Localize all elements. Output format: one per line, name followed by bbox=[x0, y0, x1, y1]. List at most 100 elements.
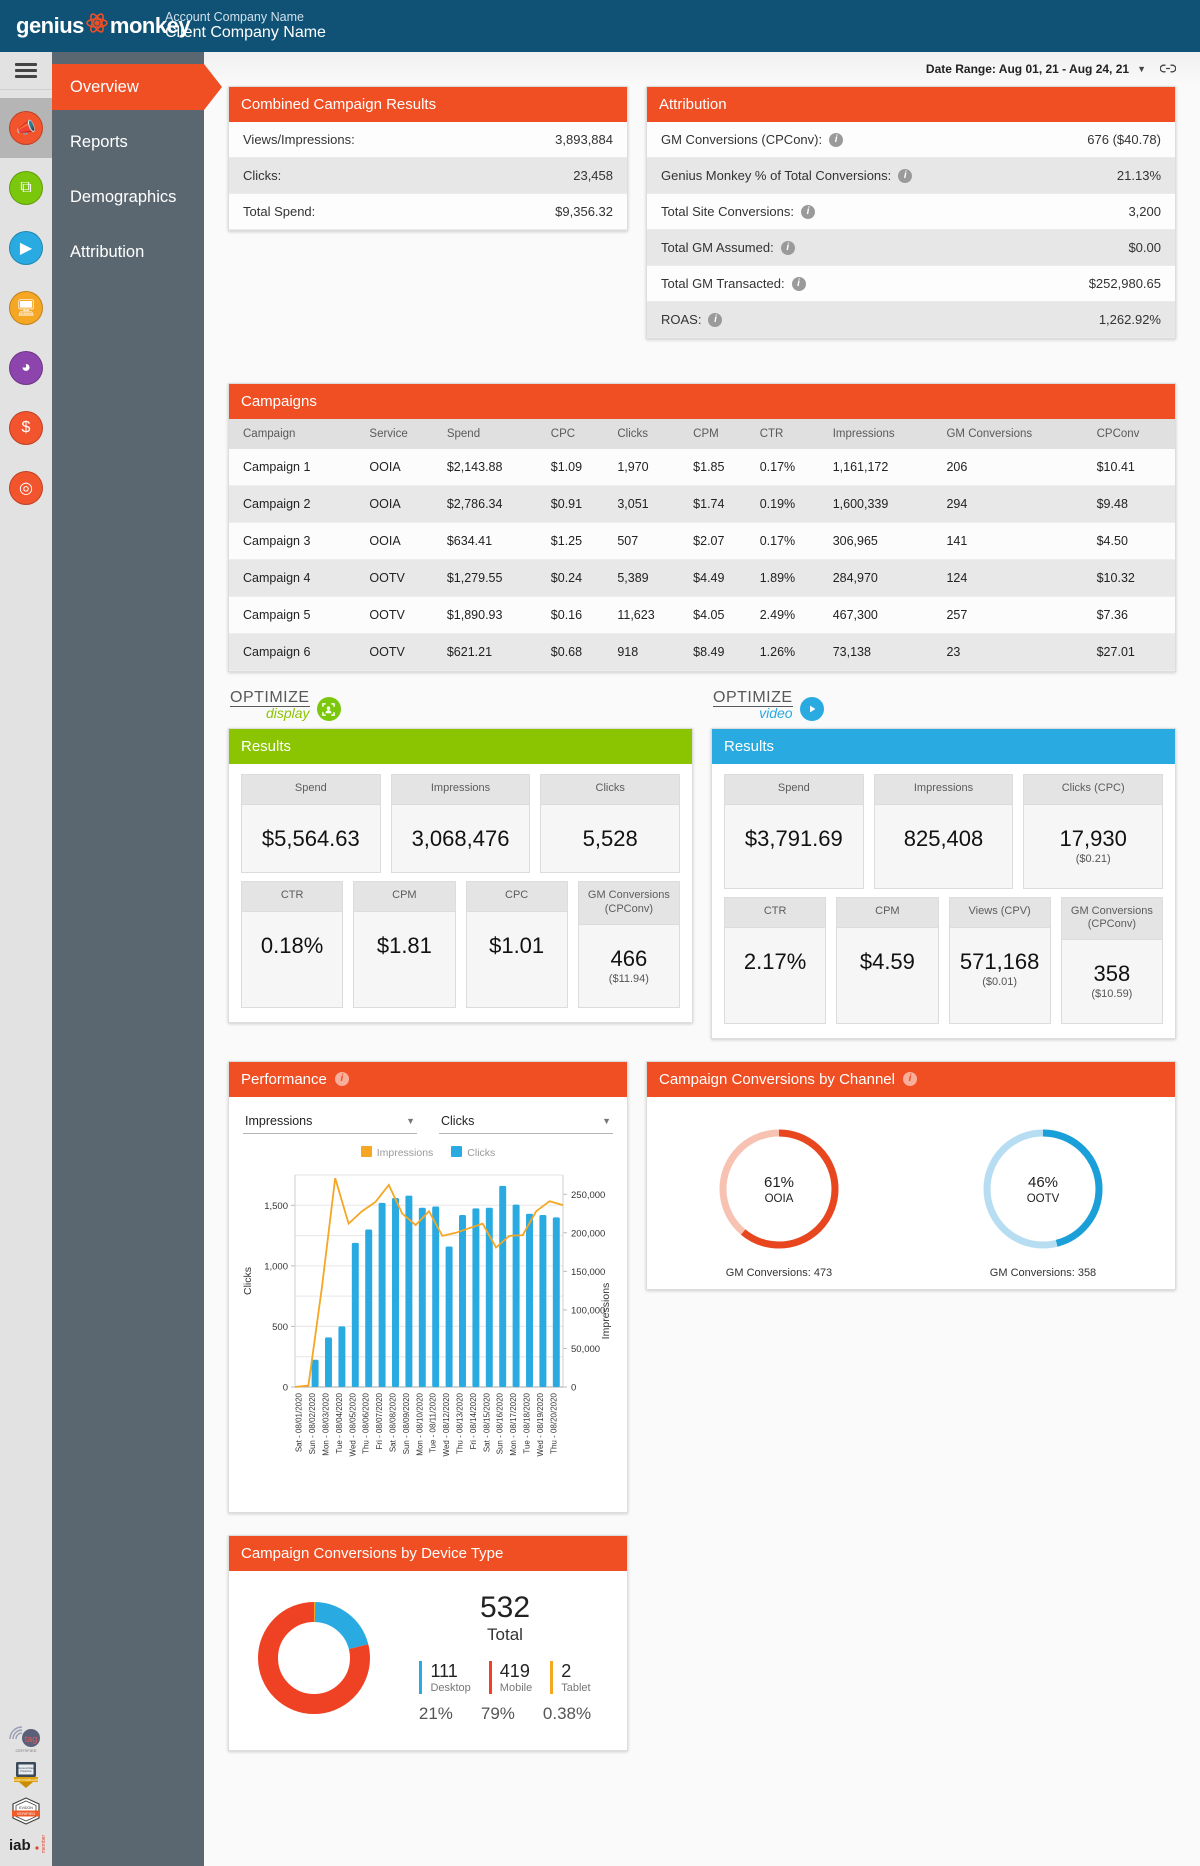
bar bbox=[392, 1197, 399, 1387]
device-title: Campaign Conversions by Device Type bbox=[229, 1535, 627, 1571]
chart-legend: Impressions Clicks bbox=[229, 1138, 627, 1161]
channel-donut: 61% OOIA GM Conversions: 473 bbox=[713, 1123, 845, 1279]
metric-select-left[interactable]: Impressions ▼ bbox=[243, 1111, 417, 1134]
info-icon[interactable]: i bbox=[902, 1072, 917, 1087]
rail-item-video-play[interactable]: ▶ bbox=[0, 218, 52, 278]
svg-text:Wed - 08/12/2020: Wed - 08/12/2020 bbox=[442, 1392, 451, 1456]
table-cell: 467,300 bbox=[826, 596, 941, 634]
info-icon[interactable]: i bbox=[791, 276, 806, 291]
svg-text:Wed - 08/05/2020: Wed - 08/05/2020 bbox=[348, 1392, 357, 1456]
rail-item-audience-head[interactable]: ◕ bbox=[0, 338, 52, 398]
info-icon[interactable]: i bbox=[780, 240, 795, 255]
row-value: 1,262.92% bbox=[1098, 312, 1161, 327]
table-cell: $10.32 bbox=[1090, 559, 1175, 597]
device-label: Mobile bbox=[499, 1681, 533, 1694]
info-icon[interactable]: i bbox=[829, 132, 844, 147]
rail-item-dollar[interactable]: $ bbox=[0, 398, 52, 458]
metric-tile: CPM $1.81 bbox=[353, 881, 456, 1009]
donut-caption: GM Conversions: 358 bbox=[989, 1266, 1097, 1279]
table-cell: 1.26% bbox=[753, 633, 827, 671]
client-company-name: Client Company Name bbox=[165, 23, 326, 41]
table-row[interactable]: Campaign 1 OOIA $2,143.88 $1.09 1,970 $1.85 0.… bbox=[229, 449, 1175, 486]
column-header[interactable]: CTR bbox=[753, 419, 827, 449]
sidebar-item-attribution[interactable]: Attribution bbox=[52, 229, 204, 275]
info-icon[interactable]: i bbox=[898, 168, 913, 183]
device-legend-desktop: 111 Desktop bbox=[419, 1660, 471, 1694]
impressions-line bbox=[294, 1177, 564, 1388]
link-icon[interactable] bbox=[1159, 62, 1177, 77]
table-cell: OOTV bbox=[363, 596, 441, 634]
svg-text:Impressions: Impressions bbox=[600, 1282, 612, 1339]
table-cell: 0.17% bbox=[753, 522, 827, 560]
bar bbox=[526, 1213, 533, 1387]
table-cell: $4.50 bbox=[1090, 522, 1175, 560]
rail-item-chat[interactable]: ◎ bbox=[0, 458, 52, 518]
table-row[interactable]: Campaign 6 OOTV $621.21 $0.68 918 $8.49 1.26% 7… bbox=[229, 633, 1175, 671]
column-header[interactable]: CPConv bbox=[1090, 419, 1175, 449]
rail-item-ctv-screen[interactable]: 🖥 bbox=[0, 278, 52, 338]
table-cell: OOTV bbox=[363, 633, 441, 671]
svg-text:Fri - 08/14/2020: Fri - 08/14/2020 bbox=[469, 1392, 478, 1449]
svg-text:tag: tag bbox=[25, 1734, 38, 1744]
svg-text:Clicks: Clicks bbox=[242, 1267, 254, 1295]
rail-item-megaphone[interactable]: 📣 bbox=[0, 98, 52, 158]
rail-item-display-target[interactable]: ⧉ bbox=[0, 158, 52, 218]
metric-label: Impressions bbox=[391, 775, 530, 805]
table-row[interactable]: Campaign 2 OOIA $2,786.34 $0.91 3,051 $1.74 0.… bbox=[229, 485, 1175, 523]
info-row: Total Site Conversions: i 3,200 bbox=[647, 194, 1175, 230]
info-icon[interactable]: i bbox=[800, 204, 815, 219]
campaigns-title: Campaigns bbox=[229, 384, 1175, 419]
audience-head-icon: ◕ bbox=[9, 351, 43, 385]
menu-toggle-button[interactable] bbox=[0, 52, 52, 90]
column-header[interactable]: GM Conversions bbox=[940, 419, 1091, 449]
table-cell: $1.74 bbox=[687, 485, 754, 523]
column-header[interactable]: Campaign bbox=[229, 419, 364, 449]
svg-text:Sat - 08/08/2020: Sat - 08/08/2020 bbox=[389, 1392, 398, 1452]
metric-label: CPC bbox=[466, 882, 567, 913]
sidebar-item-demographics[interactable]: Demographics bbox=[52, 174, 204, 220]
date-range-label[interactable]: Date Range: Aug 01, 21 - Aug 24, 21 bbox=[926, 62, 1129, 76]
video-play-icon bbox=[799, 697, 824, 721]
column-header[interactable]: Clicks bbox=[611, 419, 688, 449]
column-header[interactable]: Spend bbox=[440, 419, 545, 449]
info-icon[interactable]: i bbox=[334, 1072, 349, 1087]
column-header[interactable]: Impressions bbox=[826, 419, 941, 449]
table-cell: $1,279.55 bbox=[440, 559, 545, 597]
column-header[interactable]: CPC bbox=[544, 419, 612, 449]
column-header[interactable]: CPM bbox=[687, 419, 754, 449]
metric-select-right-value: Clicks bbox=[441, 1113, 475, 1128]
device-legend-tablet: 2 Tablet bbox=[550, 1660, 591, 1694]
row-value: $0.00 bbox=[1128, 240, 1161, 255]
device-count: 419 bbox=[499, 1660, 530, 1681]
metric-value: 571,168 ($0.01) bbox=[950, 928, 1050, 1011]
bar bbox=[499, 1185, 507, 1387]
metric-value: $5,564.63 bbox=[261, 826, 360, 851]
metric-value: $3,791.69 bbox=[744, 826, 843, 851]
svg-text:VERIFIED: VERIFIED bbox=[17, 1811, 36, 1816]
display-target-icon: ⧉ bbox=[9, 171, 43, 205]
svg-text:Mon - 08/10/2020: Mon - 08/10/2020 bbox=[415, 1392, 424, 1455]
brand-logo[interactable]: genius monkey bbox=[0, 13, 191, 39]
chevron-down-icon[interactable]: ▼ bbox=[1137, 64, 1146, 74]
sidebar-item-overview[interactable]: Overview bbox=[52, 64, 222, 110]
metric-tile: Spend $3,791.69 bbox=[724, 774, 864, 889]
metric-subvalue: ($10.59) bbox=[1091, 988, 1133, 1001]
row-label: Views/Impressions: bbox=[243, 132, 355, 147]
table-row[interactable]: Campaign 5 OOTV $1,890.93 $0.16 11,623 $4.05 2… bbox=[229, 596, 1175, 634]
info-icon[interactable]: i bbox=[708, 312, 723, 327]
table-row[interactable]: Campaign 4 OOTV $1,279.55 $0.24 5,389 $4.49 1.… bbox=[229, 559, 1175, 597]
table-cell: $2,786.34 bbox=[440, 485, 545, 523]
sidebar-item-reports[interactable]: Reports bbox=[52, 119, 204, 165]
table-cell: 1.89% bbox=[753, 559, 827, 597]
svg-text:Tue - 08/11/2020: Tue - 08/11/2020 bbox=[429, 1392, 438, 1453]
metric-select-right[interactable]: Clicks ▼ bbox=[439, 1111, 613, 1134]
metric-tile: Spend $5,564.63 bbox=[241, 774, 381, 874]
svg-text:Sun - 08/16/2020: Sun - 08/16/2020 bbox=[496, 1392, 505, 1454]
column-header[interactable]: Service bbox=[363, 419, 441, 449]
bar bbox=[311, 1359, 319, 1387]
table-cell: 11,623 bbox=[611, 596, 688, 634]
table-row[interactable]: Campaign 3 OOIA $634.41 $1.25 507 $2.07 0.17% 3… bbox=[229, 522, 1175, 560]
metric-label: Spend bbox=[242, 775, 380, 805]
table-cell: 0.17% bbox=[753, 449, 827, 486]
sidebar-nav: Overview Reports Demographics Attribution bbox=[52, 52, 222, 1866]
